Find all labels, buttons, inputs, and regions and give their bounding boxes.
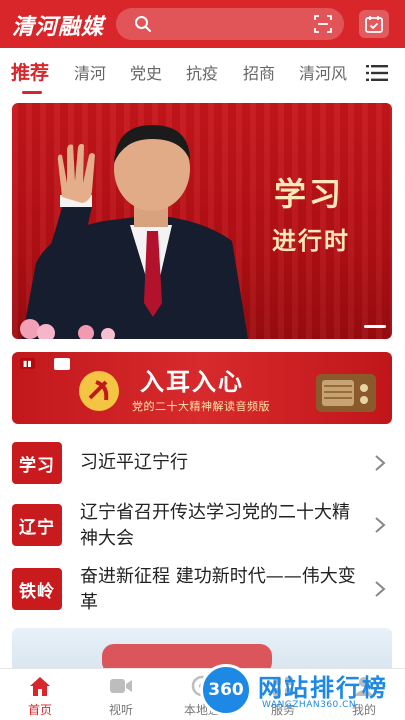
source-mark-2 <box>54 358 70 370</box>
watermark-url: WANGZHAN360.CN <box>262 700 357 710</box>
app-logo: 清河融媒 <box>12 14 105 40</box>
video-icon <box>110 679 132 693</box>
site-watermark: 360 网站排行榜 WANGZHAN360.CN <box>200 662 405 720</box>
audio-banner-title: 入耳入心 <box>140 367 244 396</box>
channel-menu-icon[interactable] <box>366 64 388 82</box>
tab-investment[interactable]: 招商 <box>243 60 275 84</box>
search-icon <box>135 16 151 32</box>
nav-label: 视听 <box>108 703 133 717</box>
search-input[interactable] <box>160 12 300 36</box>
radio-icon <box>316 374 376 412</box>
nav-video[interactable]: 视听 <box>81 669 161 720</box>
calendar-check-icon <box>365 16 383 33</box>
list-item[interactable]: 辽宁 辽宁省召开传达学习党的二十大精神大会 <box>0 500 405 556</box>
chevron-right-icon <box>375 455 386 471</box>
watermark-text: 网站排行榜 <box>258 674 388 702</box>
tab-recommend[interactable]: 推荐 <box>11 58 49 85</box>
checkin-button[interactable] <box>359 10 389 38</box>
audio-banner[interactable]: ▮▮ 入耳入心 党的二十大精神解读音频版 <box>12 352 392 424</box>
list-item[interactable]: 铁岭 奋进新征程 建功新时代——伟大变革 <box>0 564 405 620</box>
tab-qinghe-style[interactable]: 清河风 <box>299 60 347 84</box>
party-emblem-icon <box>79 371 119 411</box>
hero-banner[interactable]: 学习 进行时 <box>12 103 392 339</box>
audio-banner-subtitle: 党的二十大精神解读音频版 <box>132 400 270 413</box>
source-mark: ▮▮ <box>20 358 35 369</box>
chevron-right-icon <box>375 517 386 533</box>
tab-party-history[interactable]: 党史 <box>130 60 162 84</box>
banner-title-line2: 进行时 <box>272 226 350 255</box>
channel-tabs: 推荐 清河 党史 抗疫 招商 清河风 <box>0 48 405 98</box>
list-item-title: 奋进新征程 建功新时代——伟大变革 <box>80 566 356 613</box>
scan-icon[interactable] <box>314 15 332 33</box>
home-icon <box>30 677 50 696</box>
watermark-badge: 360 <box>200 664 252 716</box>
list-item-title: 辽宁省召开传达学习党的二十大精神大会 <box>80 502 350 549</box>
search-bar[interactable] <box>116 8 344 40</box>
tab-qinghe[interactable]: 清河 <box>74 60 106 84</box>
tab-epidemic[interactable]: 抗疫 <box>186 60 218 84</box>
active-tab-indicator <box>22 91 42 94</box>
list-item-title: 习近平辽宁行 <box>80 452 188 473</box>
list-item-badge: 辽宁 <box>12 504 62 546</box>
list-item[interactable]: 学习 习近平辽宁行 <box>0 440 405 486</box>
nav-home[interactable]: 首页 <box>0 669 80 720</box>
banner-title-line1: 学习 <box>274 175 345 213</box>
app-header: 清河融媒 <box>0 0 405 48</box>
carousel-indicator <box>364 325 386 328</box>
chevron-right-icon <box>375 581 386 597</box>
list-item-badge: 铁岭 <box>12 568 62 610</box>
list-item-badge: 学习 <box>12 442 62 484</box>
nav-label: 首页 <box>27 703 52 717</box>
